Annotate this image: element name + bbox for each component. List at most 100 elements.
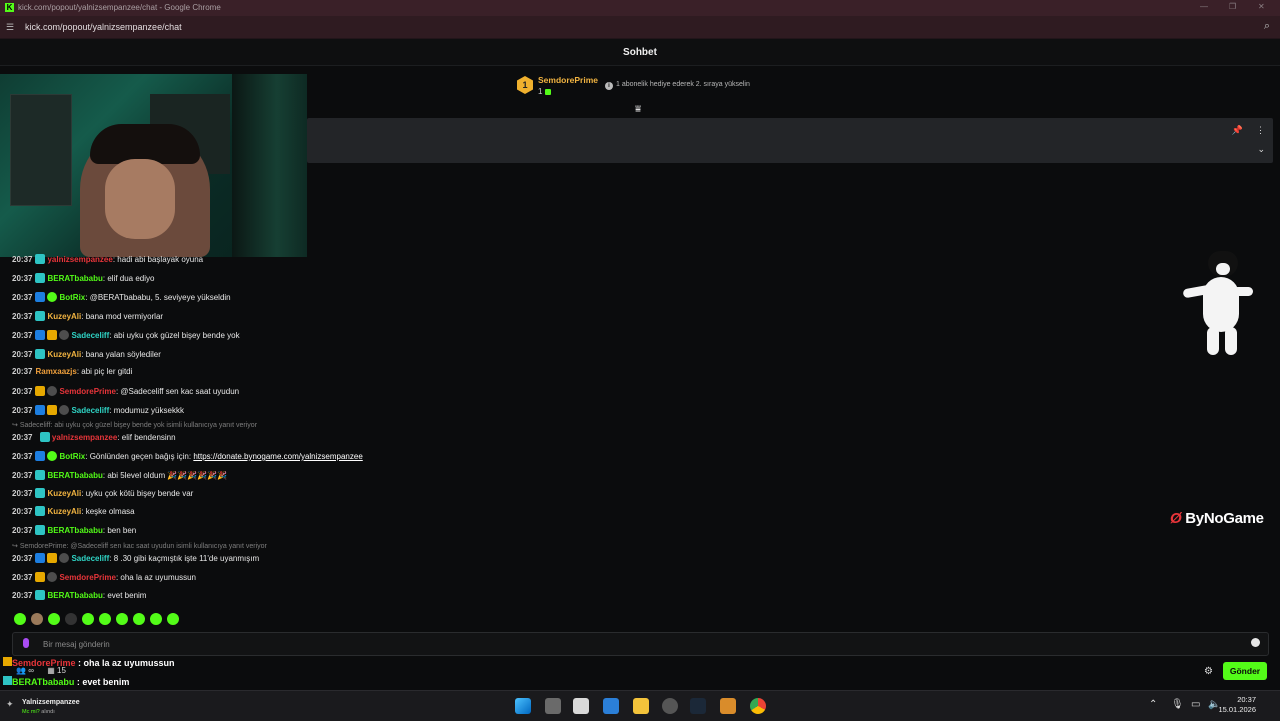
message-username[interactable]: KuzeyAli — [47, 507, 81, 516]
chat-message[interactable]: 20:37 Ramxaazjs: abi piç ler gitdi — [12, 367, 132, 376]
emote-button[interactable] — [167, 613, 179, 625]
message-username[interactable]: SemdorePrime — [59, 387, 115, 396]
more-options-icon[interactable]: ⋮ — [1256, 125, 1265, 136]
emote-button[interactable] — [150, 613, 162, 625]
chat-message[interactable]: 20:37 BERATbababu: ben ben — [12, 525, 136, 535]
chat-message[interactable]: 20:37 SemdorePrime: oha la az uyumussun — [12, 572, 196, 582]
chat-message[interactable]: 20:37 BERATbababu: abi 5level oldum 🎉🎉🎉🎉🎉… — [12, 470, 227, 480]
message-text: : abi 5level oldum 🎉🎉🎉🎉🎉🎉 — [102, 471, 228, 480]
chat-message[interactable]: 20:37 BERATbababu: elif dua ediyo — [12, 273, 154, 283]
message-username[interactable]: BotRix — [59, 452, 85, 461]
pin-icon[interactable]: 📌 — [1232, 125, 1243, 136]
system-clock[interactable]: 20:37 15.01.2026 — [1218, 695, 1256, 715]
donate-link[interactable]: https://donate.bynogame.com/yalnizsempan… — [193, 452, 362, 461]
message-username[interactable]: Sadeceliff — [71, 406, 109, 415]
microphone-tray-icon[interactable]: 🎙 — [1171, 699, 1184, 710]
message-username[interactable]: yalnizsempanzee — [52, 433, 117, 442]
chat-message[interactable]: 20:37 Sadeceliff: modumuz yüksekkk — [12, 405, 184, 415]
close-icon[interactable]: ✕ — [1258, 2, 1265, 11]
restore-icon[interactable]: ❐ — [1229, 2, 1236, 11]
chat-message[interactable]: 20:37 Sadeceliff: abi uyku çok güzel bişe… — [12, 330, 240, 340]
address-bar: ☰ kick.com/popout/yalnizsempanzee/chat ⌕ — [0, 16, 1280, 39]
chat-title: Sohbet — [623, 47, 657, 58]
calendar-icon: ▦ — [47, 666, 55, 675]
chat-message[interactable]: 20:37 BERATbababu: evet benim — [12, 590, 146, 600]
message-username[interactable]: yalnizsempanzee — [47, 255, 112, 264]
emote-button[interactable] — [82, 613, 94, 625]
chat-message[interactable]: 20:37 KuzeyAli: uyku çok kötü bişey bende… — [12, 488, 193, 498]
photos-icon[interactable] — [603, 698, 619, 714]
chat-filter-icon[interactable]: ⩸ — [635, 104, 641, 115]
message-username[interactable]: KuzeyAli — [47, 350, 81, 359]
zoom-icon[interactable]: ⌕ — [1264, 20, 1270, 33]
subscriber-badge-icon — [35, 590, 46, 600]
site-settings-icon[interactable]: ☰ — [6, 22, 14, 33]
microphone-icon[interactable] — [23, 638, 29, 648]
message-username[interactable]: Sadeceliff — [71, 331, 109, 340]
message-text: : uyku çok kötü bişey bende var — [81, 489, 194, 498]
message-username[interactable]: KuzeyAli — [47, 489, 81, 498]
chat-input[interactable] — [41, 636, 1225, 653]
message-username[interactable]: Ramxaazjs — [35, 367, 76, 376]
chat-message[interactable]: 20:37 KuzeyAli: keşke olmasa — [12, 506, 135, 516]
subscriber-badge-icon — [35, 349, 46, 359]
leader-count-value: 1 — [538, 87, 543, 96]
chat-message[interactable]: 20:37 KuzeyAli: bana mod vermiyorlar — [12, 311, 163, 321]
emote-button[interactable] — [99, 613, 111, 625]
url-text[interactable]: kick.com/popout/yalnizsempanzee/chat — [25, 22, 182, 32]
subscriber-badge-icon — [35, 254, 46, 264]
emote-button[interactable] — [31, 613, 43, 625]
reply-context[interactable]: ↪ SemdorePrime: @Sadeceliff sen kac saat… — [12, 542, 267, 550]
emoji-picker-icon[interactable] — [1251, 638, 1260, 647]
emote-button[interactable] — [65, 613, 77, 625]
kick-user-icon[interactable]: ✦ — [6, 699, 16, 709]
message-username[interactable]: SemdorePrime — [59, 573, 115, 582]
bot-badge-icon — [47, 451, 58, 461]
chat-message[interactable]: 20:37 KuzeyAli: bana yalan söylediler — [12, 349, 161, 359]
message-time: 20:37 — [12, 274, 33, 283]
chat-message[interactable]: 20:37 SemdorePrime: @Sadeceliff sen kac s… — [12, 386, 239, 396]
task-manager-icon[interactable] — [573, 698, 589, 714]
message-username[interactable]: BERATbababu — [47, 274, 102, 283]
chat-message[interactable]: 20:37 yalnizsempanzee: hadi abi başlayak … — [12, 254, 203, 264]
message-username[interactable]: KuzeyAli — [47, 312, 81, 321]
steam-icon[interactable] — [690, 698, 706, 714]
cat-leg-left — [1207, 327, 1219, 355]
bot-badge-icon — [47, 292, 58, 302]
message-username[interactable]: Sadeceliff — [71, 554, 109, 563]
obs-icon[interactable] — [662, 698, 678, 714]
windows-start-icon[interactable] — [515, 698, 531, 714]
subscriber-badge-icon — [35, 506, 46, 516]
emote-button[interactable] — [48, 613, 60, 625]
reply-context[interactable]: ↪ Sadeceliff: abi uyku çok güzel bişey b… — [12, 421, 257, 429]
message-text: : evet benim — [102, 591, 147, 600]
minimize-icon[interactable]: — — [1200, 2, 1208, 11]
chrome-icon[interactable] — [750, 698, 766, 714]
chat-message[interactable]: 20:37 yalnizsempanzee: elif bendensinn — [12, 432, 176, 442]
pinned-message-bar[interactable]: 📌 ⋮ ⌄ — [307, 118, 1273, 163]
message-time: 20:37 — [12, 367, 33, 376]
gift-promo[interactable]: i1 abonelik hediye ederek 2. sıraya yüks… — [605, 81, 750, 90]
cat-body — [1203, 277, 1239, 332]
dancing-cat-overlay — [1182, 247, 1253, 359]
chat-settings-gear-icon[interactable]: ⚙ — [1204, 666, 1213, 677]
message-username[interactable]: BERATbababu — [47, 471, 102, 480]
display-icon[interactable]: ▭ — [1191, 699, 1200, 710]
chat-message[interactable]: 20:37 Sadeceliff: 8 .30 gibi kaçmıştık iş… — [12, 553, 259, 563]
file-explorer-icon[interactable] — [633, 698, 649, 714]
chevron-down-icon[interactable]: ⌄ — [1257, 144, 1265, 155]
og-badge-icon — [59, 553, 70, 563]
send-button[interactable]: Gönder — [1223, 662, 1267, 680]
emote-button[interactable] — [14, 613, 26, 625]
message-username[interactable]: BotRix — [59, 293, 85, 302]
emote-button[interactable] — [116, 613, 128, 625]
message-username[interactable]: BERATbababu — [47, 526, 102, 535]
emote-button[interactable] — [133, 613, 145, 625]
task-view-icon[interactable] — [545, 698, 561, 714]
media-app-icon[interactable] — [720, 698, 736, 714]
vip-crown-icon — [3, 657, 12, 666]
message-username[interactable]: BERATbababu — [47, 591, 102, 600]
chat-message[interactable]: 20:37 BotRix: Gönlünden geçen bağış için:… — [12, 451, 363, 461]
chevron-up-icon[interactable]: ⌃ — [1149, 699, 1157, 710]
chat-message[interactable]: 20:37 BotRix: @BERATbababu, 5. seviyeye y… — [12, 292, 231, 302]
